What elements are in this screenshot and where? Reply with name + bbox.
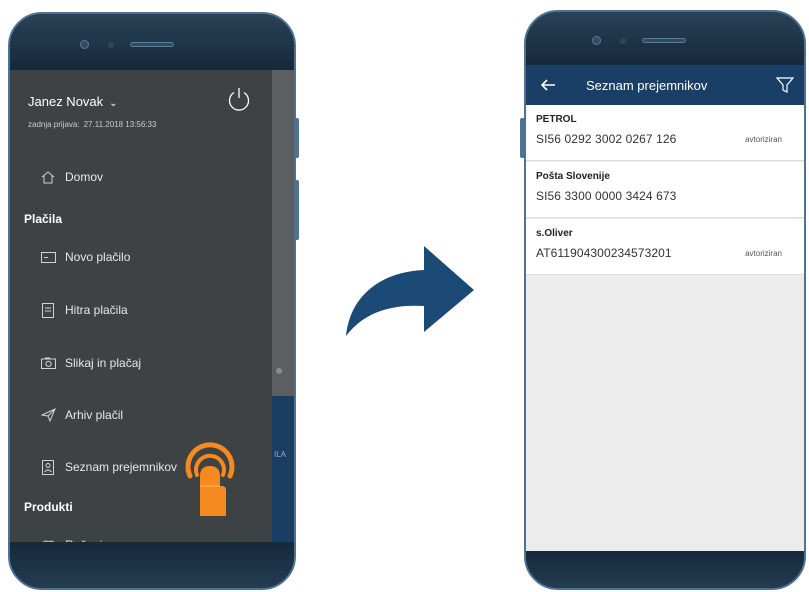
recipient-status: avtoriziran xyxy=(745,135,782,144)
menu-label-new-payment: Novo plačilo xyxy=(65,250,131,264)
menu-item-recipients[interactable]: Seznam prejemnikov xyxy=(40,456,177,478)
last-login-label: zadnja prijava: xyxy=(28,120,80,129)
sensor xyxy=(620,38,626,44)
volume-button xyxy=(520,118,525,158)
camera-lens xyxy=(80,40,89,49)
recipients-screen: Seznam prejemnikov PETROL SI56 0292 3002… xyxy=(526,65,804,555)
volume-button xyxy=(294,118,299,158)
back-arrow-icon[interactable] xyxy=(540,77,556,93)
camera-icon xyxy=(40,355,56,371)
last-login: zadnja prijava: 27.11.2018 13:56:33 xyxy=(28,120,160,129)
menu-item-new-payment[interactable]: Novo plačilo xyxy=(40,246,130,268)
power-side-button xyxy=(294,180,299,240)
camera-lens xyxy=(592,36,601,45)
touch-icon xyxy=(185,442,235,516)
speaker-grille xyxy=(642,38,686,43)
user-switcher[interactable]: Janez Novak ⌄ xyxy=(28,94,118,109)
recipient-row[interactable]: s.Oliver AT611904300234573201 avtorizira… xyxy=(526,219,804,275)
menu-label-home: Domov xyxy=(65,170,104,184)
recipient-iban: AT611904300234573201 xyxy=(536,246,672,260)
left-phone: Janez Novak ⌄ zadnja prijava: 27.11.2018 1… xyxy=(8,12,296,590)
menu-item-scan-and-pay[interactable]: Slikaj in plačaj xyxy=(40,352,141,374)
menu-label-payment-archive: Arhiv plačil xyxy=(65,408,124,422)
section-products: Produkti xyxy=(24,500,73,514)
right-phone: Seznam prejemnikov PETROL SI56 0292 3002… xyxy=(524,10,806,590)
menu-item-payment-archive[interactable]: Arhiv plačil xyxy=(40,404,123,426)
recipient-name: PETROL xyxy=(536,114,577,125)
curved-arrow-icon xyxy=(346,246,474,336)
speaker-grille xyxy=(130,42,174,47)
recipient-row[interactable]: Pošta Slovenije SI56 3300 0000 3424 673 xyxy=(526,162,804,218)
app-bar: Seznam prejemnikov xyxy=(526,65,804,105)
page-title: Seznam prejemnikov xyxy=(586,78,708,93)
backdrop-dot xyxy=(276,368,282,374)
send-icon xyxy=(40,407,56,423)
backdrop-text: ILA xyxy=(274,450,287,459)
section-payments: Plačila xyxy=(24,212,63,226)
filter-icon[interactable] xyxy=(776,76,794,94)
bottom-bezel xyxy=(10,542,294,588)
card-icon xyxy=(40,249,56,265)
menu-label-quick-payments: Hitra plačila xyxy=(65,303,128,317)
user-name: Janez Novak xyxy=(28,94,104,109)
top-bezel xyxy=(10,14,294,70)
menu-item-quick-payments[interactable]: Hitra plačila xyxy=(40,299,128,321)
contact-list-icon xyxy=(40,459,56,475)
power-icon[interactable] xyxy=(226,86,252,112)
recipient-name: s.Oliver xyxy=(536,228,573,239)
chevron-down-icon: ⌄ xyxy=(109,98,118,109)
menu-label-recipients: Seznam prejemnikov xyxy=(65,460,178,474)
sensor xyxy=(108,42,114,48)
recipient-name: Pošta Slovenije xyxy=(536,171,610,182)
recipient-status: avtoriziran xyxy=(745,249,782,258)
quick-pay-icon xyxy=(40,302,56,318)
home-icon xyxy=(40,169,56,185)
menu-item-home[interactable]: Domov xyxy=(40,166,103,188)
last-login-value: 27.11.2018 13:56:33 xyxy=(83,120,157,129)
bottom-bezel xyxy=(526,551,804,588)
backdrop-content xyxy=(272,396,294,548)
menu-label-scan-and-pay: Slikaj in plačaj xyxy=(65,356,142,370)
top-bezel xyxy=(526,12,804,65)
navigation-drawer-screen: Janez Novak ⌄ zadnja prijava: 27.11.2018 1… xyxy=(10,70,294,548)
recipient-iban: SI56 0292 3002 0267 126 xyxy=(536,132,677,146)
recipient-iban: SI56 3300 0000 3424 673 xyxy=(536,189,677,203)
recipient-row[interactable]: PETROL SI56 0292 3002 0267 126 avtorizir… xyxy=(526,105,804,161)
